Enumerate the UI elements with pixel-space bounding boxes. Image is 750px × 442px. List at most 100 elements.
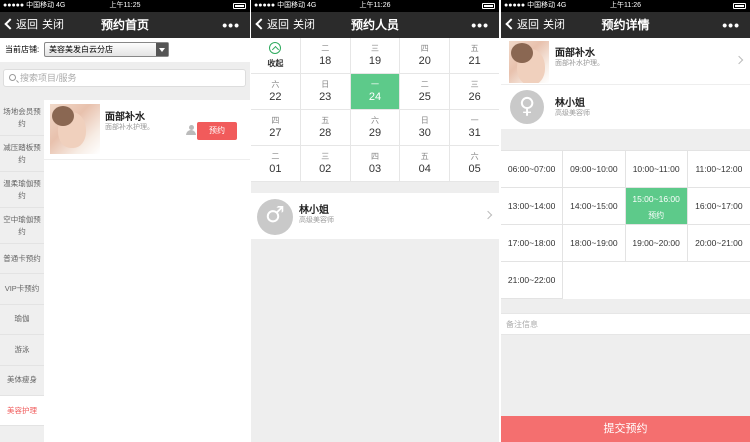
- time-slot[interactable]: 16:00~17:00: [687, 188, 750, 225]
- time-slot[interactable]: 09:00~10:00: [563, 151, 626, 188]
- calendar-day[interactable]: 二 25: [400, 74, 451, 109]
- detail-staff: ♀ 林小姐 高级美容师: [501, 85, 750, 130]
- time-slot[interactable]: 15:00~16:00 预约: [625, 188, 688, 225]
- day-number: 29: [368, 127, 382, 139]
- battery-icon: [233, 3, 246, 9]
- time-slot-label: 11:00~12:00: [695, 164, 743, 174]
- avatar: ♀: [510, 90, 544, 124]
- calendar-day[interactable]: 五 28: [301, 110, 351, 145]
- category-item[interactable]: 瑜伽: [0, 305, 44, 336]
- search-input[interactable]: 搜索项目/服务: [3, 69, 246, 87]
- service-desc: 面部补水护理。: [105, 124, 154, 131]
- time-slot-label: 17:00~18:00: [507, 238, 556, 248]
- detail-service[interactable]: 面部补水 面部补水护理。: [501, 38, 750, 85]
- calendar-day[interactable]: 六 29: [351, 110, 401, 145]
- category-item[interactable]: 美体瘦身: [0, 366, 44, 396]
- calendar-day[interactable]: 四 03: [351, 146, 401, 181]
- weekday-label: 日: [321, 80, 330, 89]
- time-slot[interactable]: 10:00~11:00: [625, 151, 688, 188]
- time-slot[interactable]: 21:00~22:00: [501, 262, 564, 299]
- service-desc: 面部补水护理。: [555, 60, 604, 67]
- day-number: 20: [418, 55, 431, 67]
- weekday-label: 四: [370, 152, 379, 161]
- service-thumbnail: [50, 104, 100, 154]
- store-selector-bar: 当前店铺: 美容美发白云分店: [0, 38, 250, 62]
- time-slot-label: 16:00~17:00: [695, 201, 743, 211]
- day-number: 18: [319, 55, 332, 67]
- calendar-week: 四 27 五 28 六 29 日 30 一 31: [251, 110, 499, 146]
- calendar-day[interactable]: 五 21: [450, 38, 499, 73]
- staff-item[interactable]: ♂ 林小姐 高级美容师: [251, 192, 499, 240]
- category-item[interactable]: 减压踏板预约: [0, 136, 44, 172]
- time-slot-label: 10:00~11:00: [632, 164, 680, 174]
- time-slot[interactable]: 17:00~18:00: [501, 225, 564, 262]
- more-menu-button[interactable]: •••: [722, 12, 740, 38]
- service-list: 面部补水 面部补水护理。 预约: [44, 100, 250, 442]
- calendar-day[interactable]: 三 02: [301, 146, 351, 181]
- category-item[interactable]: 普通卡预约: [0, 244, 44, 275]
- category-item[interactable]: 空中瑜伽预约: [0, 208, 44, 244]
- search-icon: [9, 74, 16, 81]
- day-number: 01: [269, 163, 282, 175]
- weekday-label: 一: [470, 116, 479, 125]
- category-item[interactable]: 温柔瑜伽预约: [0, 172, 44, 208]
- more-menu-button[interactable]: •••: [222, 12, 240, 38]
- calendar-day[interactable]: 六 22: [251, 74, 301, 109]
- battery-icon: [482, 3, 495, 9]
- day-number: 04: [418, 163, 431, 175]
- calendar-day[interactable]: 日 23: [301, 74, 351, 109]
- screen-booking-staff: ●●●●● 中国移动 4G 上午11:26 返回 关闭 预约人员 ••• 收起二…: [251, 0, 499, 442]
- day-number: 03: [368, 163, 382, 175]
- time-slot[interactable]: 06:00~07:00: [501, 151, 564, 188]
- chevron-down-icon: [156, 43, 168, 56]
- submit-booking-button[interactable]: 提交预约: [501, 416, 750, 442]
- time-slot[interactable]: 20:00~21:00: [687, 225, 750, 262]
- day-number: 19: [368, 55, 382, 67]
- calendar-day[interactable]: 二 01: [251, 146, 301, 181]
- page-title: 预约人员: [350, 18, 399, 32]
- weekday-label: 三: [370, 44, 379, 53]
- time-slot-label: 19:00~20:00: [632, 238, 680, 248]
- calendar-day[interactable]: 一 24: [350, 74, 401, 109]
- calendar-day[interactable]: 三 26: [450, 74, 499, 109]
- store-select[interactable]: 美容美发白云分店: [44, 42, 169, 57]
- calendar-day[interactable]: 四 20: [400, 38, 451, 73]
- service-name: 面部补水: [105, 112, 145, 123]
- category-item[interactable]: VIP卡预约: [0, 274, 44, 305]
- staff-name: 林小姐: [299, 205, 329, 216]
- chevron-up-icon: [269, 42, 282, 54]
- service-item[interactable]: 面部补水 面部补水护理。 预约: [44, 100, 250, 160]
- time-slot[interactable]: 11:00~12:00: [687, 151, 750, 188]
- time-slot[interactable]: 19:00~20:00: [625, 225, 688, 262]
- weekday-label: 五: [420, 152, 429, 161]
- more-menu-button[interactable]: •••: [471, 12, 489, 38]
- page-title: 预约详情: [601, 18, 650, 32]
- notes-input[interactable]: 备注信息: [501, 313, 750, 335]
- status-bar: ●●●●● 中国移动 4G 上午11:25: [0, 0, 250, 12]
- category-item[interactable]: 美容护理: [0, 395, 44, 427]
- category-item[interactable]: 游泳: [0, 335, 44, 366]
- calendar-day[interactable]: 日 30: [400, 110, 451, 145]
- calendar-day[interactable]: 三 19: [351, 38, 401, 73]
- book-button[interactable]: 预约: [197, 122, 237, 140]
- day-number: 26: [468, 91, 481, 103]
- collapse-calendar-button[interactable]: 收起: [251, 38, 301, 73]
- calendar-day[interactable]: 二 18: [301, 38, 351, 73]
- nav-bar: 返回 关闭 预约人员 •••: [251, 12, 499, 38]
- service-thumbnail: [509, 41, 549, 83]
- battery-icon: [733, 3, 746, 9]
- day-number: 30: [418, 127, 431, 139]
- time-slot[interactable]: 13:00~14:00: [501, 188, 564, 225]
- nav-bar: 返回 关闭 预约首页 •••: [0, 12, 250, 38]
- weekday-label: 三: [321, 152, 330, 161]
- time-slot-label: 15:00~16:00: [632, 194, 680, 204]
- calendar-day[interactable]: 五 04: [400, 146, 451, 181]
- day-number: 28: [319, 127, 332, 139]
- day-number: 24: [368, 91, 382, 103]
- time-slot[interactable]: 14:00~15:00: [563, 188, 626, 225]
- calendar-day[interactable]: 六 05: [450, 146, 499, 181]
- time-slot[interactable]: 18:00~19:00: [563, 225, 626, 262]
- calendar-day[interactable]: 四 27: [251, 110, 301, 145]
- category-item[interactable]: 场地会员预约: [0, 100, 44, 136]
- calendar-day[interactable]: 一 31: [450, 110, 499, 145]
